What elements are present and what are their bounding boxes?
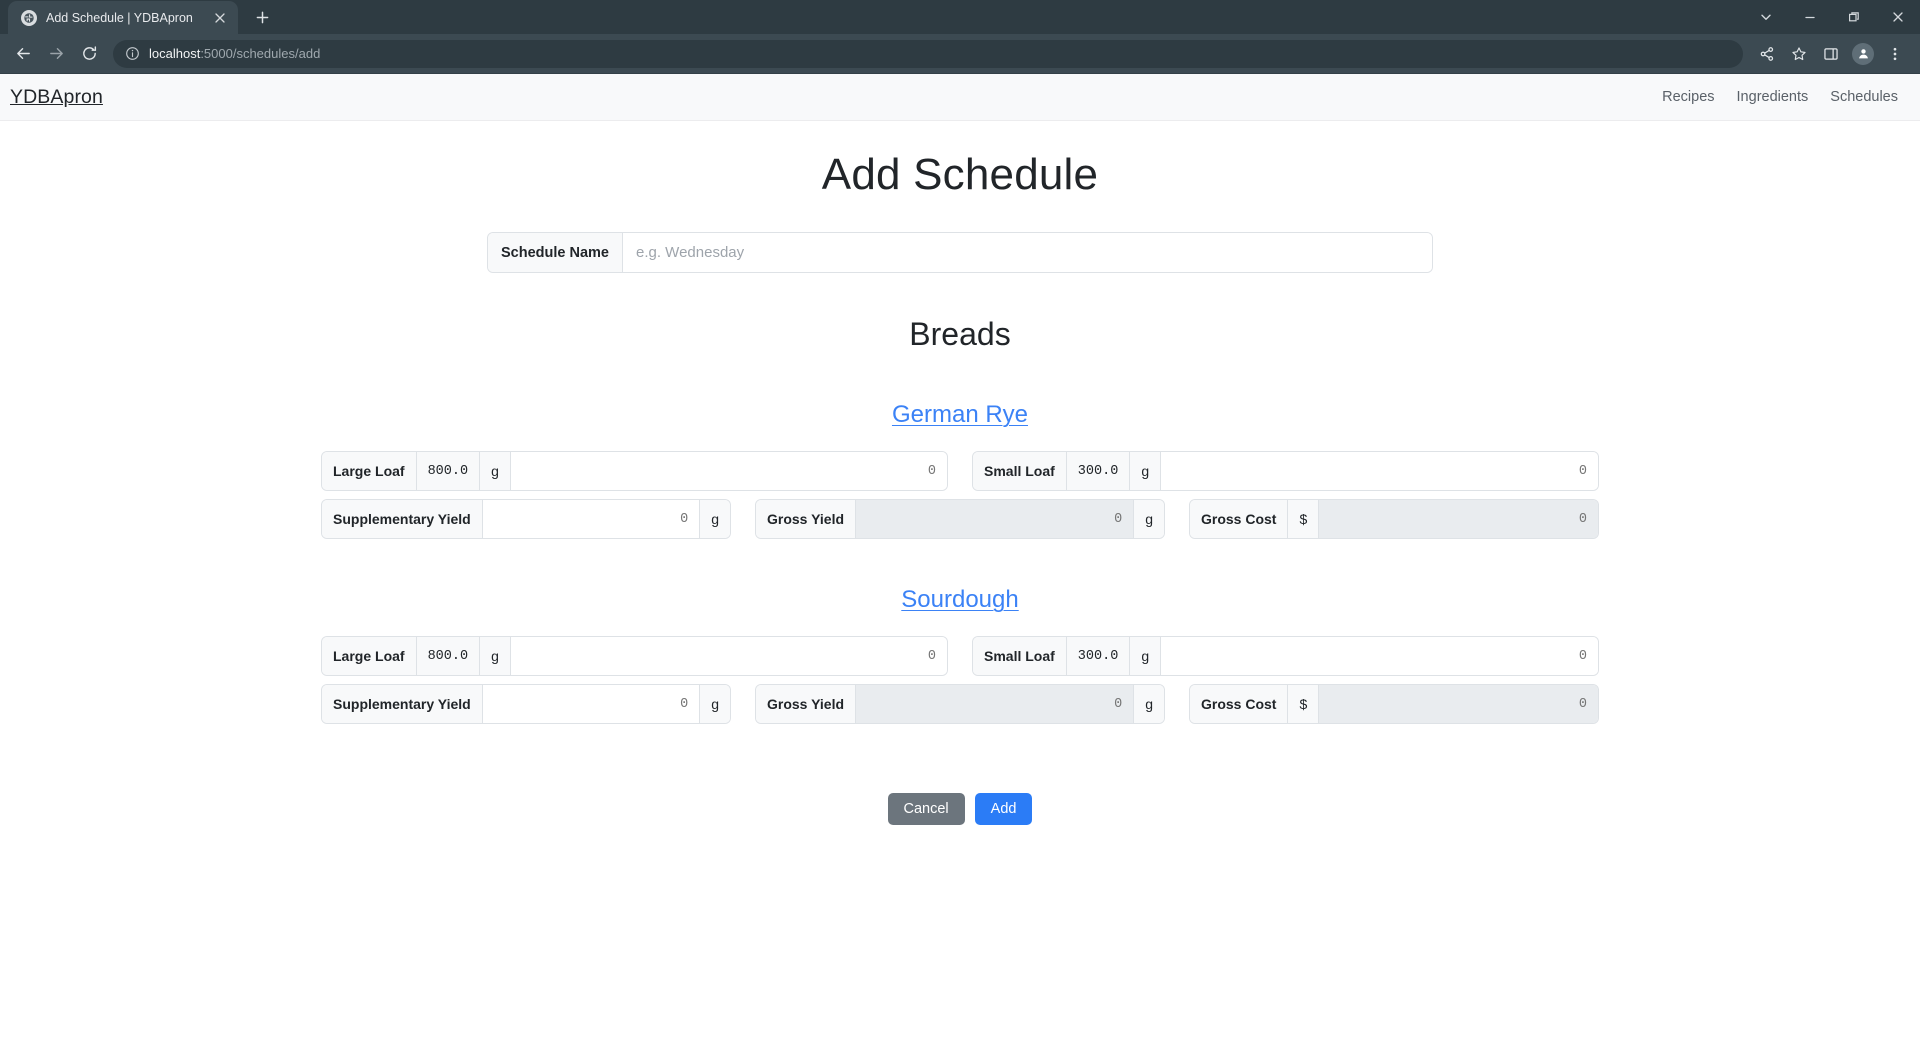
window-controls [1744,0,1920,34]
supplementary-yield-input[interactable] [482,500,700,538]
browser-chrome: Add Schedule | YDBApron localhost:5000/s… [0,0,1920,74]
gross-yield-group: Gross Yield g [756,685,1164,723]
form-actions: Cancel Add [0,793,1920,825]
gross-cost-input [1319,500,1598,538]
gross-cost-label: Gross Cost [1190,685,1289,723]
gross-cost-input [1319,685,1598,723]
large-loaf-unit: g [480,452,511,490]
supplementary-yield-input[interactable] [482,685,700,723]
gross-yield-label: Gross Yield [756,500,857,538]
side-panel-icon[interactable] [1816,39,1846,69]
nav-link-ingredients[interactable]: Ingredients [1737,89,1809,105]
supplementary-yield-unit: g [699,685,730,723]
small-loaf-weight: 300.0 [1066,452,1131,490]
avatar [1852,42,1874,65]
large-loaf-group: Large Loaf 800.0 g [322,637,947,675]
recipe-link-german-rye[interactable]: German Rye [892,401,1028,428]
navbar-links: Recipes Ingredients Schedules [1662,89,1898,105]
yield-row: Supplementary Yield g Gross Yield g Gros… [322,500,1598,538]
minimize-icon[interactable] [1788,0,1832,34]
supplementary-yield-unit: g [699,500,730,538]
large-loaf-group: Large Loaf 800.0 g [322,452,947,490]
yield-row: Supplementary Yield g Gross Yield g Gros… [322,685,1598,723]
cancel-button[interactable]: Cancel [887,793,965,825]
share-icon[interactable] [1752,39,1782,69]
small-loaf-qty-input[interactable] [1161,637,1598,675]
browser-tab-title: Add Schedule | YDBApron [46,10,193,25]
gross-cost-unit: $ [1288,500,1320,538]
close-icon[interactable] [1876,0,1920,34]
page-content: YDBApron Recipes Ingredients Schedules A… [0,74,1920,1048]
large-loaf-qty-input[interactable] [510,637,947,675]
brand-logo[interactable]: YDBApron [10,86,103,109]
new-tab-button[interactable] [248,3,276,31]
supplementary-yield-group: Supplementary Yield g [322,500,730,538]
address-bar-url: localhost:5000/schedules/add [149,46,320,61]
small-loaf-group: Small Loaf 300.0 g [973,452,1598,490]
three-dots-vertical-icon[interactable] [1880,39,1910,69]
arrow-left-icon[interactable] [8,39,38,69]
recipe-link-sourdough[interactable]: Sourdough [901,586,1018,613]
gross-yield-label: Gross Yield [756,685,857,723]
large-loaf-unit: g [480,637,511,675]
large-loaf-weight: 800.0 [416,637,481,675]
gross-yield-input [856,685,1134,723]
small-loaf-unit: g [1130,637,1162,675]
info-circle-icon [125,46,140,61]
gross-yield-unit: g [1133,685,1164,723]
recipe-block: Sourdough Large Loaf 800.0 g Small Loaf … [0,586,1920,723]
toolbar-right-actions [1752,39,1910,69]
small-loaf-label: Small Loaf [973,452,1067,490]
address-bar-host: localhost [149,46,201,61]
schedule-name-group: Schedule Name [488,233,1432,272]
loaf-row: Large Loaf 800.0 g Small Loaf 300.0 g [322,452,1598,490]
person-icon[interactable] [1848,39,1878,69]
gross-cost-unit: $ [1288,685,1320,723]
large-loaf-weight: 800.0 [416,452,481,490]
reload-icon[interactable] [74,39,104,69]
nav-link-recipes[interactable]: Recipes [1662,89,1714,105]
address-bar-path: :5000/schedules/add [200,46,321,61]
gross-yield-input [856,500,1134,538]
large-loaf-qty-input[interactable] [510,452,947,490]
gross-yield-unit: g [1133,500,1164,538]
small-loaf-label: Small Loaf [973,637,1067,675]
schedule-name-label: Schedule Name [488,233,623,272]
site-navbar: YDBApron Recipes Ingredients Schedules [0,74,1920,121]
page-title: Add Schedule [821,150,1099,199]
browser-tabstrip: Add Schedule | YDBApron [0,0,1920,34]
address-bar[interactable]: localhost:5000/schedules/add [113,39,1743,68]
section-title-breads: Breads [909,316,1011,352]
chevron-down-icon[interactable] [1744,0,1788,34]
gross-cost-group: Gross Cost $ [1190,685,1598,723]
add-button[interactable]: Add [974,793,1033,825]
schedule-name-row: Schedule Name [0,233,1920,272]
close-icon[interactable] [211,9,228,26]
large-loaf-label: Large Loaf [322,452,417,490]
schedule-name-input[interactable] [623,233,1432,272]
recipe-link-row: Sourdough [0,586,1920,614]
supplementary-yield-label: Supplementary Yield [322,685,483,723]
globe-icon [21,9,37,26]
small-loaf-unit: g [1130,452,1162,490]
recipe-block: German Rye Large Loaf 800.0 g Small Loaf… [0,401,1920,538]
large-loaf-label: Large Loaf [322,637,417,675]
star-icon[interactable] [1784,39,1814,69]
gross-yield-group: Gross Yield g [756,500,1164,538]
gross-cost-label: Gross Cost [1190,500,1289,538]
supplementary-yield-label: Supplementary Yield [322,500,483,538]
arrow-right-icon[interactable] [41,39,71,69]
supplementary-yield-group: Supplementary Yield g [322,685,730,723]
small-loaf-group: Small Loaf 300.0 g [973,637,1598,675]
loaf-row: Large Loaf 800.0 g Small Loaf 300.0 g [322,637,1598,675]
gross-cost-group: Gross Cost $ [1190,500,1598,538]
recipe-link-row: German Rye [0,401,1920,429]
nav-link-schedules[interactable]: Schedules [1830,89,1898,105]
small-loaf-weight: 300.0 [1066,637,1131,675]
browser-tab[interactable]: Add Schedule | YDBApron [8,1,238,34]
restore-icon[interactable] [1832,0,1876,34]
small-loaf-qty-input[interactable] [1161,452,1598,490]
browser-toolbar: localhost:5000/schedules/add [0,34,1920,74]
